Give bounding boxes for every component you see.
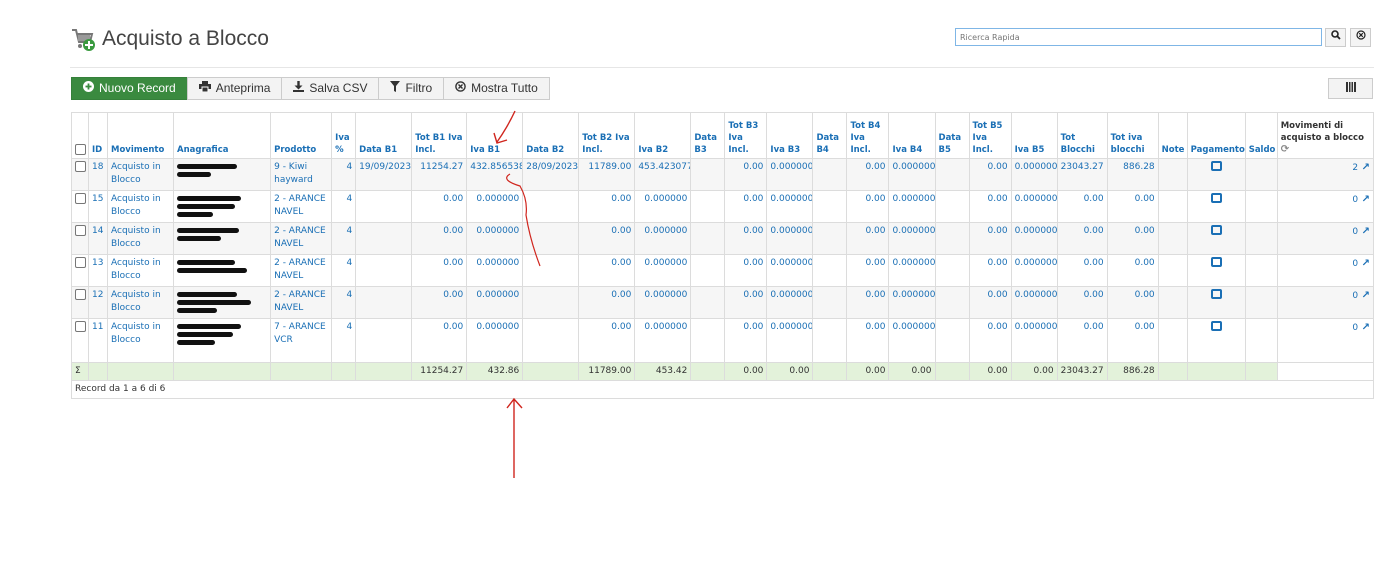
annotation-arrow-bottom — [506, 397, 523, 478]
annotation-arrows — [493, 110, 541, 478]
annotation-curve — [506, 173, 541, 267]
annotation-arrow-top — [493, 110, 516, 144]
